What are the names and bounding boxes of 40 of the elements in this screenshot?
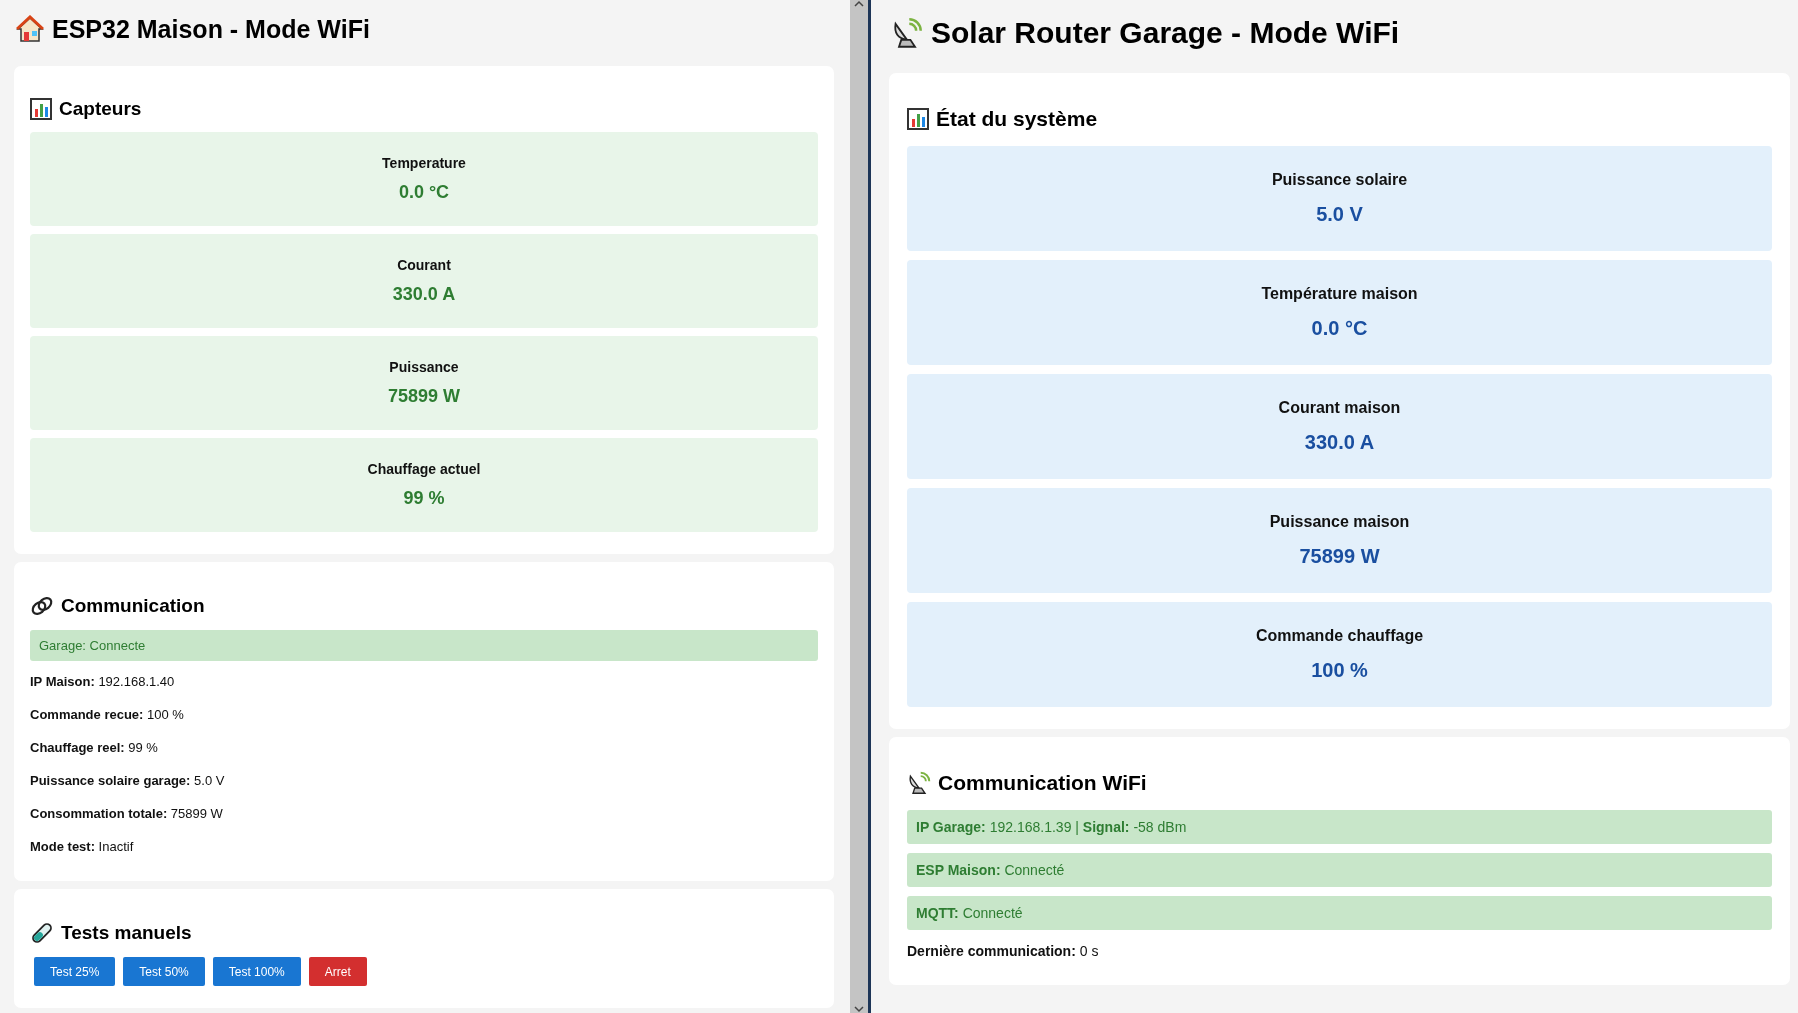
sensor-label: Chauffage actuel bbox=[367, 461, 481, 477]
sensor-label: Puissance bbox=[389, 359, 459, 375]
test-button[interactable]: Test 25% bbox=[34, 957, 116, 986]
status-label: Température maison bbox=[1261, 285, 1418, 303]
sensor-value: 99 % bbox=[403, 488, 445, 509]
sensor-value: 330.0 A bbox=[392, 284, 456, 305]
test-button[interactable]: Arret bbox=[308, 957, 367, 986]
status-label: Commande chauffage bbox=[1255, 627, 1424, 645]
status-label: Puissance maison bbox=[1269, 513, 1410, 531]
info-line: Chauffage reel: 99 % bbox=[30, 740, 158, 755]
sensor-value: 0.0 °C bbox=[398, 182, 450, 203]
info-line: Puissance solaire garage: 5.0 V bbox=[30, 773, 225, 788]
test-button[interactable]: Test 50% bbox=[123, 957, 205, 986]
section-heading: Communication WiFi bbox=[938, 771, 1147, 795]
status-value: 100 % bbox=[1311, 659, 1368, 682]
test-button[interactable]: Test 100% bbox=[212, 957, 301, 986]
sensor-value: 75899 W bbox=[387, 386, 460, 407]
section-heading: Tests manuels bbox=[61, 922, 192, 944]
status-banner: ESP Maison: Connecté bbox=[907, 853, 1772, 887]
status-label: Courant maison bbox=[1278, 399, 1401, 417]
section-heading: Capteurs bbox=[59, 98, 142, 120]
status-banner: Garage: Connecte bbox=[30, 630, 818, 661]
status-value: 330.0 A bbox=[1304, 431, 1375, 454]
status-banner: IP Garage: 192.168.1.39 | Signal: -58 dBm bbox=[907, 810, 1772, 844]
status-label: Puissance solaire bbox=[1271, 171, 1408, 189]
section-heading: État du système bbox=[936, 107, 1098, 131]
sensor-label: Temperature bbox=[382, 155, 466, 171]
info-line: Commande recue: 100 % bbox=[30, 707, 184, 722]
page-title: Solar Router Garage - Mode WiFi bbox=[931, 15, 1400, 50]
sensor-label: Courant bbox=[397, 257, 451, 273]
info-line: IP Maison: 192.168.1.40 bbox=[30, 674, 175, 689]
status-value: 0.0 °C bbox=[1311, 317, 1368, 340]
status-value: 5.0 V bbox=[1316, 203, 1363, 226]
status-banner: MQTT: Connecté bbox=[907, 896, 1772, 930]
info-line: Consommation totale: 75899 W bbox=[30, 806, 223, 821]
info-line: Dernière communication: 0 s bbox=[907, 943, 1099, 959]
status-value: 75899 W bbox=[1299, 545, 1380, 568]
section-heading: Communication bbox=[61, 595, 205, 617]
info-line: Mode test: Inactif bbox=[30, 839, 134, 854]
page-title: ESP32 Maison - Mode WiFi bbox=[52, 14, 370, 44]
